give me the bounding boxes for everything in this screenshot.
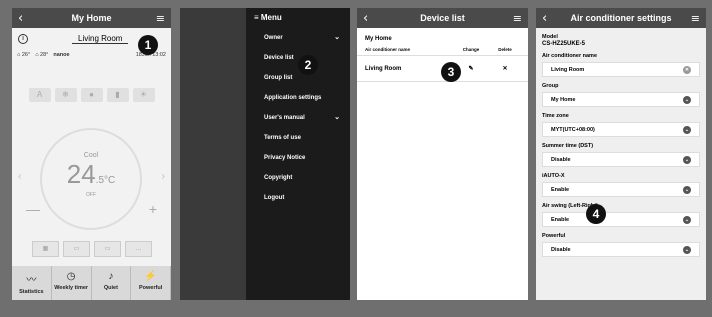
mode-selector: A ❄ ● ▮ ☀ [12,88,171,106]
model-label: Model [542,34,558,40]
more-tile[interactable]: … [125,241,152,257]
page-title: Device list [420,13,465,23]
menu-icon[interactable]: ≡ [513,12,522,25]
tab-quiet[interactable]: ♪ Quiet [92,266,132,300]
tile-2[interactable]: ▭ [63,241,90,257]
menu-icon[interactable]: ≡ [156,12,165,25]
table-header: Air conditioner name Change Delete [357,44,528,56]
dry-mode-icon[interactable]: ● [80,88,103,102]
menu-item-logout[interactable]: Logout [246,188,350,208]
chevron-down-icon: ⌄ [334,34,340,41]
chevron-down-icon: ⌄ [683,245,691,254]
timezone-select[interactable]: MYT(UTC+08:00) ⌄ [542,122,700,137]
menu-item-terms[interactable]: Terms of use [246,128,350,148]
swing-label: Air swing (Left-Right) [542,203,598,209]
tab-statistics[interactable]: 〰 Statistics [12,266,52,300]
menu-item-copyright[interactable]: Copyright [246,168,350,188]
powerful-icon: ⚡ [144,271,157,282]
column-delete: Delete [498,47,512,52]
column-name: Air conditioner name [365,47,411,52]
delete-icon[interactable]: ✕ [490,65,520,72]
bottom-nav: 〰 Statistics ◷ Weekly timer ♪ Quiet ⚡ Powerf… [12,266,171,300]
tile-3[interactable]: ▭ [94,241,121,257]
iauto-label: iAUTO-X [542,173,565,179]
chevron-down-icon: ⌄ [334,114,340,121]
top-bar: ‹ My Home ≡ [12,8,171,28]
function-tiles: ▦ ▭ ▭ … [32,241,152,257]
step-badge: 1 [138,35,158,55]
menu-item-users-manual[interactable]: User's manual ⌄ [246,108,350,128]
tab-powerful[interactable]: ⚡ Powerful [131,266,171,300]
menu-title: ≡ Menu [254,13,282,22]
chevron-down-icon: ⌄ [683,95,691,104]
column-change: Change [462,47,480,52]
indoor-temp: ⌂ 28° [35,52,49,58]
chevron-left-icon[interactable]: ‹ [18,171,21,182]
back-icon[interactable]: ‹ [542,11,547,26]
page-title: My Home [71,13,112,23]
home-screen: ‹ My Home ≡ i Living Room 1 ⌂ 26° ⌂ 28° … [12,8,171,300]
timer-icon: ◷ [66,271,76,282]
powerful-label: Powerful [542,233,566,239]
quiet-icon: ♪ [108,271,114,282]
device-list-screen: ‹ Device list ≡ My Home Air conditioner … [357,8,528,300]
statistics-icon: 〰 [26,275,37,286]
timezone-label: Time zone [542,113,569,119]
chevron-down-icon: ⌄ [683,215,691,224]
temp-value: 24 [66,159,96,189]
name-label: Air conditioner name [542,53,598,59]
increase-button[interactable]: + [149,201,157,217]
dimmed-home-screen [180,8,246,300]
dst-select[interactable]: Disable ⌄ [542,152,700,167]
side-menu: ≡ Menu Owner ⌄ Device list Group list App… [246,8,350,300]
temperature-dial[interactable]: Cool 24.5°C OFF [40,128,142,230]
home-group-label: My Home [365,36,392,42]
top-bar: ‹ Air conditioner settings ≡ [536,8,706,28]
menu-item-owner[interactable]: Owner ⌄ [246,28,350,48]
decrease-button[interactable]: — [26,201,40,217]
info-icon[interactable]: i [18,34,28,44]
chevron-down-icon: ⌄ [683,125,691,134]
iauto-select[interactable]: Enable ⌄ [542,182,700,197]
group-select[interactable]: My Home ⌄ [542,92,700,107]
back-icon[interactable]: ‹ [18,11,23,26]
brand-logo: nanoe [53,52,70,58]
top-bar: ‹ Device list ≡ [357,8,528,28]
page-title: Air conditioner settings [570,13,672,23]
outdoor-temp: ⌂ 26° [17,52,31,58]
back-icon[interactable]: ‹ [363,11,368,26]
fan-mode-icon[interactable]: ▮ [106,88,129,102]
device-name: Living Room [365,65,402,72]
model-value: CS-HZ25UKE-5 [542,41,586,47]
power-label: OFF [86,192,96,198]
auto-mode-icon[interactable]: A [28,88,51,102]
clear-icon[interactable]: ✕ [683,65,691,74]
tile-1[interactable]: ▦ [32,241,59,257]
chevron-down-icon: ⌄ [683,155,691,164]
ac-settings-screen: ‹ Air conditioner settings ≡ Model CS-HZ… [536,8,706,300]
menu-item-group-list[interactable]: Group list [246,68,350,88]
cool-mode-icon[interactable]: ❄ [54,88,77,102]
group-label: Group [542,83,559,89]
step-badge: 3 [441,62,461,82]
menu-screen: ≡ Menu Owner ⌄ Device list Group list App… [180,8,350,300]
tab-weekly-timer[interactable]: ◷ Weekly timer [52,266,92,300]
menu-item-privacy[interactable]: Privacy Notice [246,148,350,168]
mode-label: Cool [83,152,99,159]
heat-mode-icon[interactable]: ☀ [132,88,155,102]
chevron-right-icon[interactable]: › [162,171,165,182]
room-name[interactable]: Living Room [72,34,129,44]
menu-icon[interactable]: ≡ [691,12,700,25]
menu-item-application-settings[interactable]: Application settings [246,88,350,108]
powerful-select[interactable]: Disable ⌄ [542,242,700,257]
swing-select[interactable]: Enable ⌄ [542,212,700,227]
chevron-down-icon: ⌄ [683,185,691,194]
name-field[interactable]: Living Room ✕ [542,62,700,77]
dst-label: Summer time (DST) [542,143,594,149]
step-badge: 4 [586,204,606,224]
step-badge: 2 [298,55,318,75]
